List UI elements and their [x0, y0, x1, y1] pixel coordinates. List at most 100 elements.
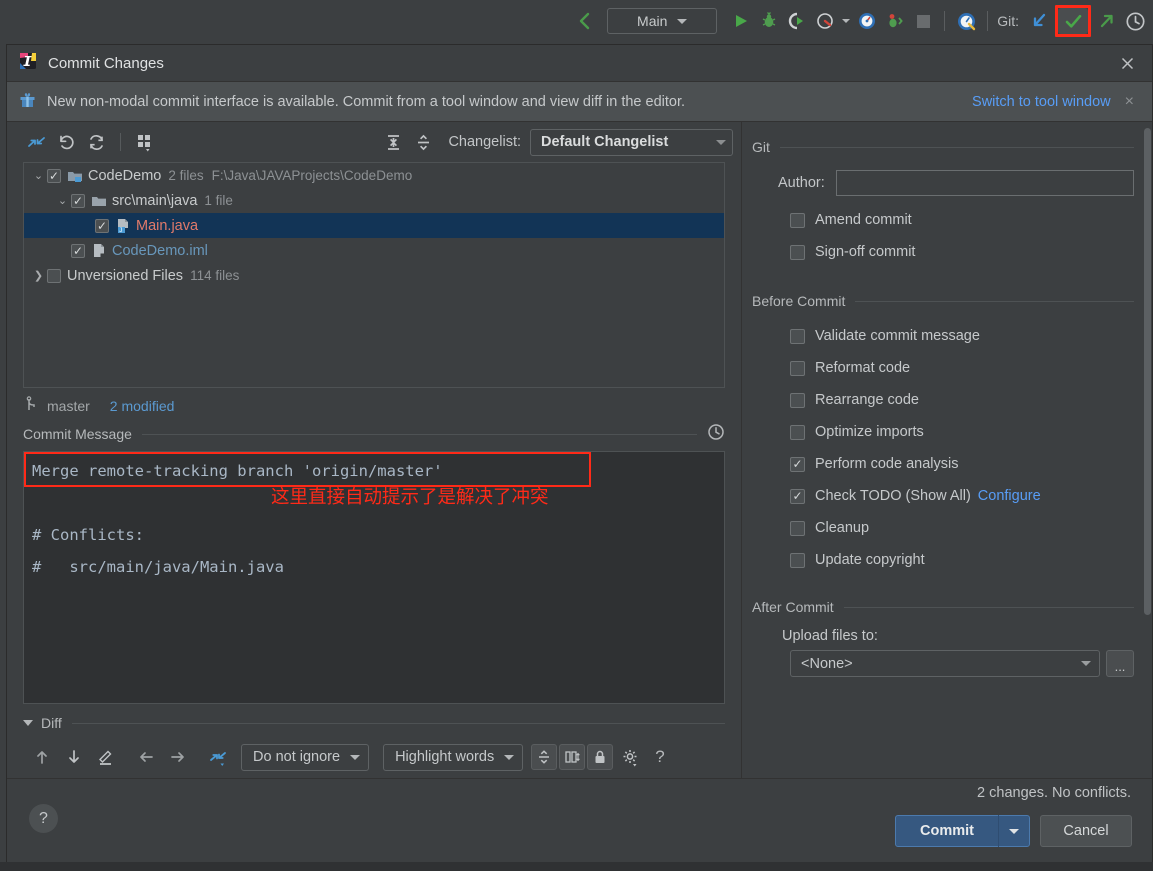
commit-checkmark-icon[interactable] [1058, 8, 1088, 34]
gear-icon[interactable] [615, 744, 645, 770]
run-configuration-label: Main [637, 13, 668, 29]
chevron-down-icon[interactable]: ⌄ [30, 169, 47, 182]
stop-icon[interactable] [909, 7, 937, 35]
chevron-down-icon [677, 18, 688, 24]
commit-message-input[interactable]: Merge remote-tracking branch 'origin/mas… [23, 451, 725, 704]
option-optimize-imports[interactable]: Optimize imports [752, 416, 1134, 448]
changes-tree[interactable]: ⌄ CodeDemo 2 files F:\Java\JAVAProjects\… [23, 162, 725, 388]
search-everywhere-icon[interactable] [952, 7, 980, 35]
help-button[interactable]: ? [29, 804, 58, 833]
configure-todo-link[interactable]: Configure [978, 488, 1041, 504]
arrow-down-icon[interactable] [59, 744, 89, 770]
option-update-copyright[interactable]: Update copyright [752, 544, 1134, 576]
reformat-code-checkbox[interactable] [790, 360, 805, 376]
check-todo-checkbox[interactable] [790, 488, 805, 504]
compare-icon[interactable] [203, 744, 233, 770]
show-diff-icon[interactable] [21, 129, 51, 155]
debug-icon[interactable] [755, 7, 783, 35]
option-rearrange-code[interactable]: Rearrange code [752, 384, 1134, 416]
profiler-icon[interactable] [811, 7, 839, 35]
cancel-button[interactable]: Cancel [1040, 815, 1132, 847]
before-commit-group-title: Before Commit [752, 293, 846, 309]
tree-checkbox[interactable] [95, 218, 109, 233]
modified-count[interactable]: 2 modified [110, 398, 175, 414]
tree-count: 2 files [168, 168, 204, 183]
tree-row[interactable]: ❯ Unversioned Files 114 files [24, 263, 724, 288]
author-input[interactable] [835, 170, 1134, 196]
git-group-title: Git [752, 139, 770, 155]
option-label: Amend commit [815, 212, 912, 228]
edit-pencil-icon[interactable] [91, 744, 121, 770]
diff-help-icon[interactable]: ? [647, 747, 672, 767]
before-commit-group-header: Before Commit [752, 290, 1134, 312]
option-label: Sign-off commit [815, 244, 916, 260]
arrow-right-icon[interactable] [163, 744, 193, 770]
revert-icon[interactable] [51, 129, 81, 155]
back-arrow-icon[interactable] [571, 7, 599, 35]
toolbar-divider [944, 11, 946, 31]
tree-row[interactable]: J Main.java [24, 213, 724, 238]
history-clock-icon[interactable] [707, 423, 725, 446]
update-copyright-checkbox[interactable] [790, 552, 805, 568]
commit-message-line-3: # Conflicts: [32, 526, 144, 544]
lock-icon[interactable] [587, 744, 614, 770]
option-amend-commit[interactable]: Amend commit [752, 204, 1134, 236]
close-icon[interactable] [1108, 48, 1146, 78]
changelist-value: Default Changelist [541, 134, 669, 150]
chevron-right-icon[interactable]: ❯ [30, 269, 47, 282]
ignore-policy-select[interactable]: Do not ignore [241, 743, 370, 771]
diff-section-header[interactable]: Diff [7, 710, 741, 736]
rearrange-code-checkbox[interactable] [790, 392, 805, 408]
optimize-imports-checkbox[interactable] [790, 424, 805, 440]
chevron-down-icon[interactable] [999, 828, 1029, 834]
tree-checkbox[interactable] [47, 168, 61, 183]
tree-checkbox[interactable] [47, 268, 61, 283]
run-configuration-selector[interactable]: Main [607, 8, 718, 34]
collapse-all-icon[interactable] [408, 129, 438, 155]
attach-profiler-icon[interactable] [853, 7, 881, 35]
profiler-dropdown-caret[interactable] [839, 7, 853, 35]
tree-row[interactable]: CodeDemo.iml [24, 238, 724, 263]
right-pane-scrollbar[interactable] [1143, 122, 1152, 778]
tree-row[interactable]: ⌄ CodeDemo 2 files F:\Java\JAVAProjects\… [24, 163, 724, 188]
update-project-icon[interactable] [1025, 7, 1053, 35]
arrow-up-icon[interactable] [27, 744, 57, 770]
tree-count: 114 files [190, 268, 240, 283]
commit-button[interactable]: Commit [895, 815, 1030, 847]
option-sign-off-commit[interactable]: Sign-off commit [752, 236, 1134, 268]
tree-checkbox[interactable] [71, 193, 85, 208]
commit-message-label: Commit Message [23, 426, 132, 442]
option-validate-commit-message[interactable]: Validate commit message [752, 320, 1134, 352]
push-arrow-icon[interactable] [1093, 7, 1121, 35]
changelist-select[interactable]: Default Changelist [530, 128, 733, 156]
perform-code-analysis-checkbox[interactable] [790, 456, 805, 472]
group-by-icon[interactable] [130, 129, 160, 155]
chevron-down-icon [1081, 661, 1091, 666]
chevron-down-icon[interactable]: ⌄ [54, 194, 71, 207]
refresh-icon[interactable] [81, 129, 111, 155]
option-reformat-code[interactable]: Reformat code [752, 352, 1134, 384]
option-cleanup[interactable]: Cleanup [752, 512, 1134, 544]
option-check-todo[interactable]: Check TODO (Show All) Configure [752, 480, 1134, 512]
sign-off-commit-checkbox[interactable] [790, 244, 805, 260]
tree-checkbox[interactable] [71, 243, 85, 258]
option-perform-code-analysis[interactable]: Perform code analysis [752, 448, 1134, 480]
notification-close-icon[interactable]: × [1111, 93, 1144, 111]
run-with-coverage-icon[interactable] [783, 7, 811, 35]
upload-target-select[interactable]: <None> [790, 650, 1100, 677]
expand-all-icon[interactable] [378, 129, 408, 155]
side-by-side-icon[interactable] [559, 744, 586, 770]
upload-browse-button[interactable]: ... [1106, 650, 1134, 677]
history-clock-icon[interactable] [1121, 7, 1149, 35]
run-icon[interactable] [727, 7, 755, 35]
scrollbar-thumb[interactable] [1144, 128, 1151, 615]
validate-commit-message-checkbox[interactable] [790, 328, 805, 344]
tree-row[interactable]: ⌄ src\main\java 1 file [24, 188, 724, 213]
cleanup-checkbox[interactable] [790, 520, 805, 536]
arrow-left-icon[interactable] [131, 744, 161, 770]
collapse-unchanged-icon[interactable] [531, 744, 558, 770]
highlight-mode-select[interactable]: Highlight words [383, 743, 524, 771]
attach-debugger-icon[interactable] [881, 7, 909, 35]
switch-to-tool-window-link[interactable]: Switch to tool window [972, 94, 1111, 110]
amend-commit-checkbox[interactable] [790, 212, 805, 228]
